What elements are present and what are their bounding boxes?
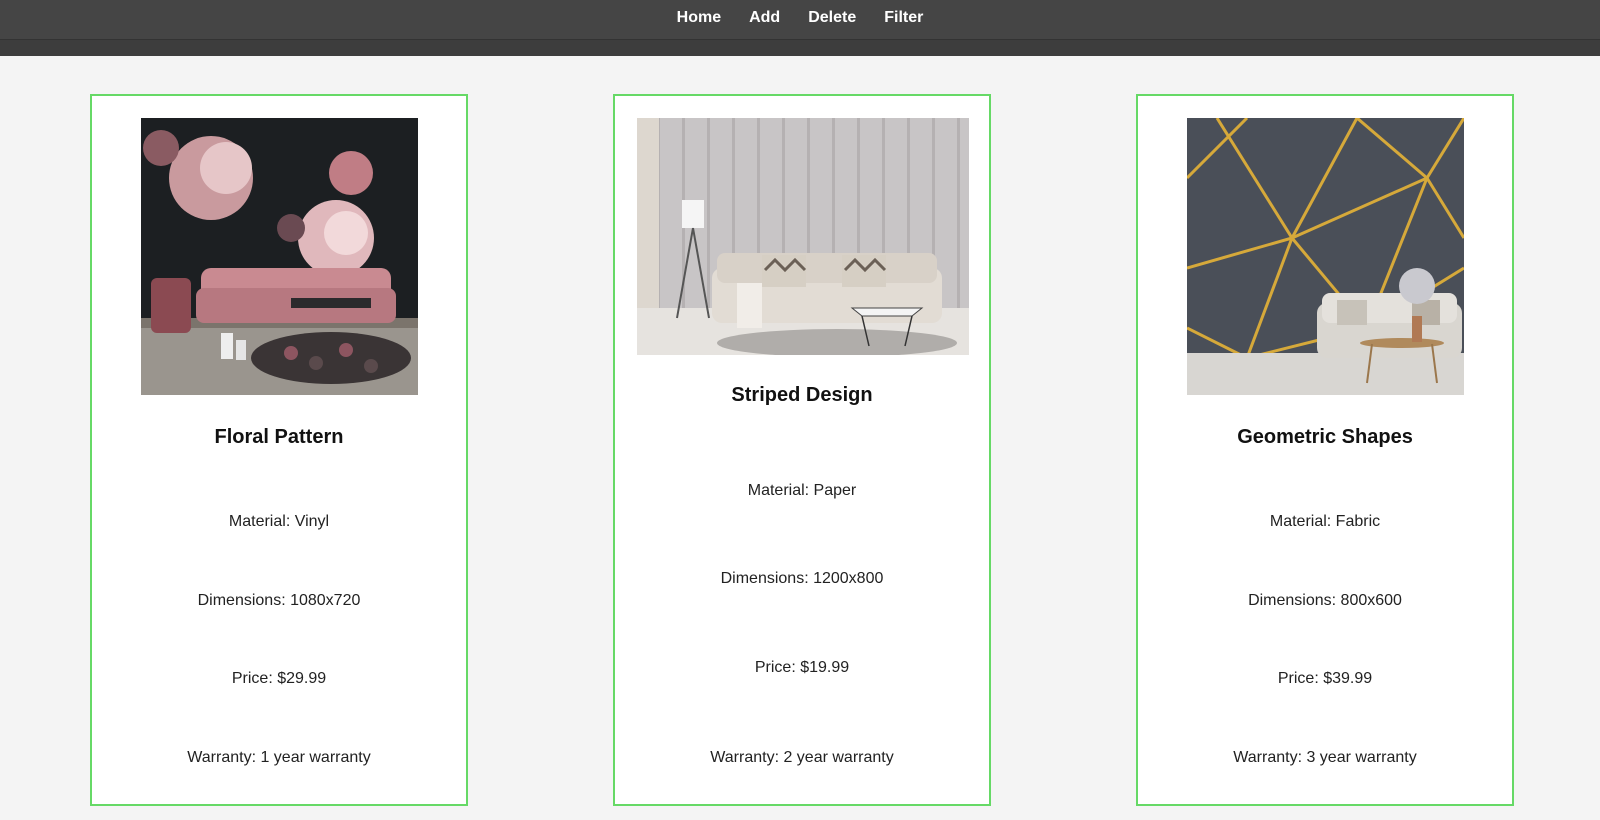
product-card[interactable]: Striped Design Material: Paper Dimension… bbox=[613, 94, 991, 806]
nav-home-link[interactable]: Home bbox=[663, 9, 735, 27]
card-title: Floral Pattern bbox=[214, 426, 344, 448]
product-card[interactable]: Geometric Shapes Material: Fabric Dimens… bbox=[1136, 94, 1514, 806]
card-material: Material: Fabric bbox=[1269, 513, 1381, 530]
product-card[interactable]: Floral Pattern Material: Vinyl Dimension… bbox=[90, 94, 468, 806]
card-title: Geometric Shapes bbox=[1237, 426, 1413, 448]
main-nav: Home Add Delete Filter bbox=[0, 0, 1600, 36]
nav-delete-link[interactable]: Delete bbox=[794, 9, 870, 27]
floral-wallpaper-room-image bbox=[141, 118, 418, 395]
card-warranty: Warranty: 2 year warranty bbox=[710, 749, 894, 766]
card-warranty: Warranty: 1 year warranty bbox=[187, 749, 371, 766]
card-price: Price: $29.99 bbox=[231, 670, 327, 687]
nav-add-link[interactable]: Add bbox=[735, 9, 794, 27]
card-dimensions: Dimensions: 1080x720 bbox=[197, 592, 361, 609]
card-warranty: Warranty: 3 year warranty bbox=[1233, 749, 1417, 766]
card-price: Price: $39.99 bbox=[1277, 670, 1373, 687]
striped-wallpaper-room-image bbox=[637, 118, 969, 355]
nav-filter-link[interactable]: Filter bbox=[870, 9, 937, 27]
card-material: Material: Paper bbox=[747, 482, 857, 499]
card-dimensions: Dimensions: 800x600 bbox=[1248, 592, 1402, 609]
card-dimensions: Dimensions: 1200x800 bbox=[720, 570, 884, 587]
card-title: Striped Design bbox=[731, 384, 873, 406]
top-navigation-bar: Home Add Delete Filter bbox=[0, 0, 1600, 56]
geometric-wallpaper-room-image bbox=[1187, 118, 1464, 395]
card-material: Material: Vinyl bbox=[228, 513, 330, 530]
card-price: Price: $19.99 bbox=[754, 659, 850, 676]
